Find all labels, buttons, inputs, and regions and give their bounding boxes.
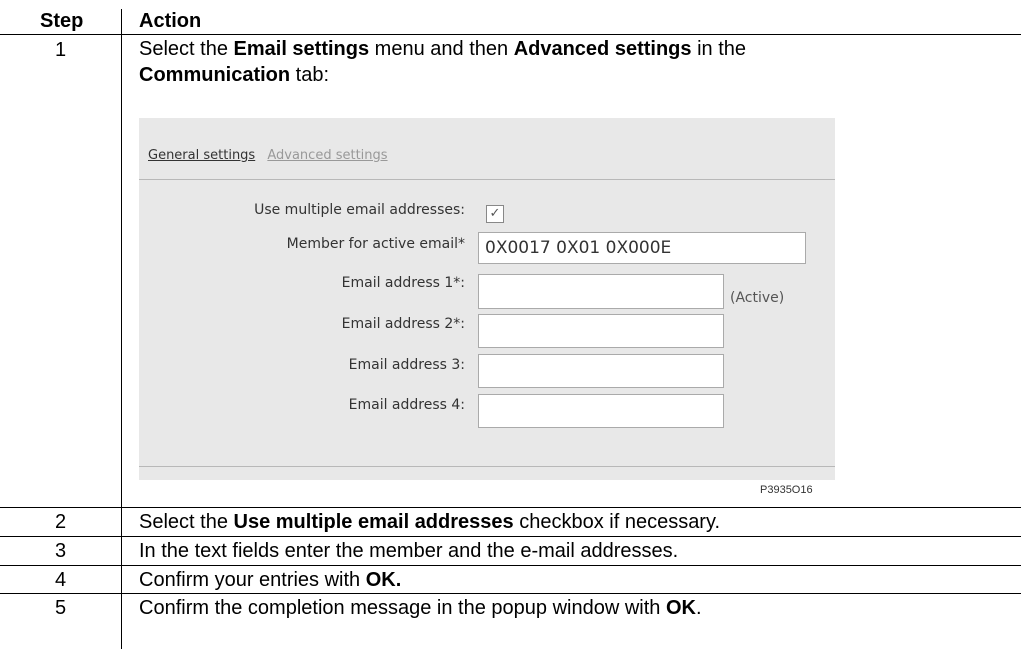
email-address-1-field[interactable] xyxy=(478,274,724,309)
step-5-text: Confirm the completion message in the po… xyxy=(139,597,702,619)
step-4-number: 4 xyxy=(54,569,67,591)
email-address-2-field[interactable] xyxy=(478,314,724,348)
step-1-number: 1 xyxy=(54,39,67,61)
settings-tabs: General settings Advanced settings xyxy=(148,148,396,163)
row-3-divider xyxy=(0,565,1021,566)
tab-general-settings[interactable]: General settings xyxy=(148,148,255,163)
step-3-text: In the text fields enter the member and … xyxy=(139,540,679,562)
multiple-addresses-checkbox[interactable]: ✓ xyxy=(486,205,504,223)
step-1-text-line-2: Communication tab: xyxy=(139,64,330,86)
header-divider xyxy=(0,34,1021,35)
step-5-number: 5 xyxy=(54,597,67,619)
email-address-2-label: Email address 2*: xyxy=(341,316,465,332)
step-2-text: Select the Use multiple email addresses … xyxy=(139,511,721,533)
step-4-text: Confirm your entries with OK. xyxy=(139,569,402,591)
column-divider xyxy=(121,9,122,649)
row-4-divider xyxy=(0,593,1021,594)
active-indicator: (Active) xyxy=(730,290,785,306)
email-address-4-field[interactable] xyxy=(478,394,724,428)
bottom-divider xyxy=(139,466,835,467)
tabs-divider xyxy=(139,179,835,180)
row-1-divider xyxy=(0,507,1021,508)
multiple-addresses-label: Use multiple email addresses: xyxy=(254,202,465,218)
advanced-settings-screenshot: General settings Advanced settings Use m… xyxy=(139,118,835,480)
member-label: Member for active email* xyxy=(286,236,465,252)
step-3-number: 3 xyxy=(54,540,67,562)
column-header-action: Action xyxy=(139,10,202,32)
step-1-text-line-1: Select the Email settings menu and then … xyxy=(139,38,746,60)
email-address-3-field[interactable] xyxy=(478,354,724,388)
email-address-1-label: Email address 1*: xyxy=(341,275,465,291)
figure-id: P3935O16 xyxy=(760,484,813,496)
row-2-divider xyxy=(0,536,1021,537)
tab-advanced-settings[interactable]: Advanced settings xyxy=(267,148,387,163)
email-address-3-label: Email address 3: xyxy=(348,357,465,373)
email-address-4-label: Email address 4: xyxy=(348,397,465,413)
column-header-step: Step xyxy=(40,10,84,32)
step-2-number: 2 xyxy=(54,511,67,533)
member-field[interactable]: 0X0017 0X01 0X000E xyxy=(478,232,806,264)
